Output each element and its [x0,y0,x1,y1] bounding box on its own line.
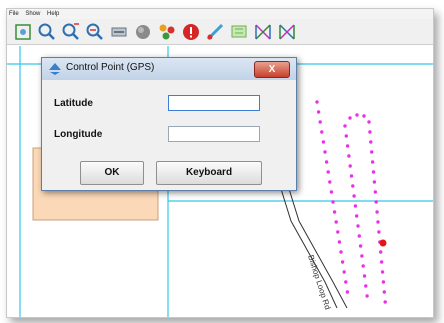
gps-point [329,190,334,194]
keyboard-button[interactable]: Keyboard [156,161,262,185]
gps-point [348,164,352,168]
gps-point [364,284,368,288]
gps-point [360,254,364,258]
latitude-input[interactable] [168,95,260,111]
gps-point [332,210,337,214]
gps-point [370,150,374,154]
gps-point [328,180,332,184]
gps-point [326,170,330,174]
waypoints-icon[interactable] [157,22,177,42]
gps-point [371,170,376,174]
gps-point [343,124,347,128]
close-button[interactable]: X [254,61,290,78]
gps-point [342,270,346,274]
record-icon[interactable] [133,22,153,42]
grid-icon[interactable] [253,22,273,42]
gps-point [356,224,360,228]
alert-icon[interactable] [181,22,201,42]
gps-point [353,204,358,208]
gps-point [347,154,351,158]
gps-point [379,260,384,264]
flag-icon[interactable] [229,22,249,42]
gps-point [361,264,365,268]
gps-point [367,120,371,124]
gps-point [331,200,335,204]
app-window: File Show Help Bishop Loop Rd Control Po… [6,8,434,318]
dialog-title: Control Point (GPS) [66,62,155,73]
gps-point [352,194,356,198]
gps-point [339,250,343,254]
longitude-input[interactable] [168,126,260,142]
zoom-extents-icon[interactable] [13,22,33,42]
gps-point [340,260,345,264]
toolbar [7,19,433,45]
gps-point [316,110,321,114]
gps-point [320,130,324,134]
gps-point [324,160,329,164]
gps-points [315,100,387,304]
gps-point [358,244,363,248]
gps-point [349,174,354,178]
pan-icon[interactable] [109,22,129,42]
gps-point [375,210,379,214]
gps-point [381,280,386,284]
gps-point [362,114,366,118]
app-icon [49,63,61,75]
gps-point [344,134,348,138]
zoom-in-plus-icon[interactable] [61,22,81,42]
ok-button[interactable]: OK [80,161,144,185]
zoom-in-icon[interactable] [37,22,57,42]
gps-point [379,250,383,254]
gps-point [374,200,378,204]
gps-point [369,140,373,144]
measure-icon[interactable] [205,22,225,42]
longitude-label: Longitude [54,129,103,140]
gps-point [344,280,348,284]
gps-point [380,270,385,274]
gps-point [355,214,359,218]
grid-alt-icon[interactable] [277,22,297,42]
gps-point [370,160,375,164]
menu-show[interactable]: Show [25,11,40,17]
gps-point [336,230,340,234]
gps-point [382,290,386,294]
latitude-label: Latitude [54,98,93,109]
road-label: Bishop Loop Rd [306,254,332,311]
gps-point [323,150,327,154]
gps-point [321,140,326,144]
gps-point [376,220,380,224]
gps-point [318,120,322,124]
gps-point [383,300,387,304]
gps-point [315,100,319,104]
menu-bar: File Show Help [7,9,433,19]
dialog-titlebar[interactable]: Control Point (GPS) X [42,58,296,80]
current-position-marker [379,239,387,247]
gps-point [373,190,377,194]
menu-file[interactable]: File [9,11,19,17]
gps-point [365,294,369,298]
gps-point [368,130,372,134]
gps-point [345,290,350,294]
gps-point [362,274,367,278]
gps-point [351,184,355,188]
menu-help[interactable]: Help [47,11,59,17]
control-point-dialog: Control Point (GPS) X Latitude Longitude… [41,57,297,191]
gps-point [337,240,342,244]
gps-point [377,230,381,234]
gps-point [348,116,352,120]
zoom-out-icon[interactable] [85,22,105,42]
gps-point [372,180,377,184]
gps-point [345,144,350,148]
gps-point [357,234,361,238]
gps-point [355,113,359,117]
gps-point [334,220,338,224]
